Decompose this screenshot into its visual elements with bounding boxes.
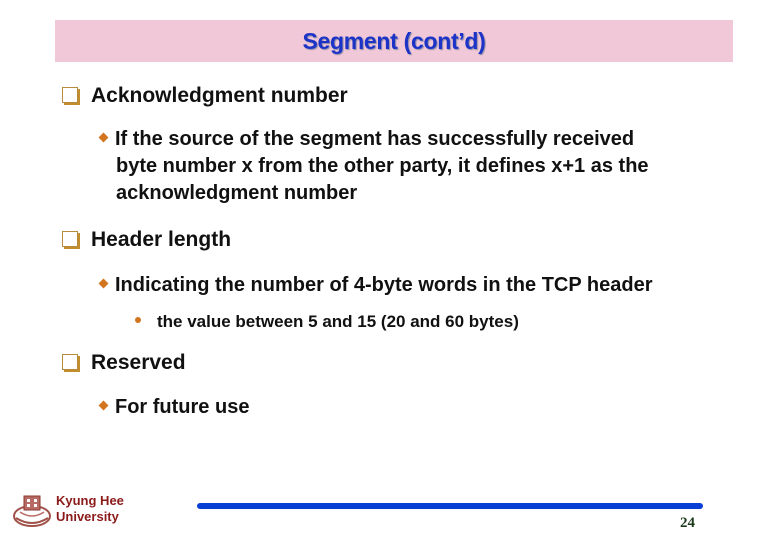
bullet-reserved-description: For future use — [98, 394, 250, 421]
bullet-text: For future use — [115, 396, 250, 418]
bullet-text-line: byte number x from the other party, it d… — [116, 155, 649, 177]
checkbox-bullet-icon — [62, 231, 78, 247]
university-crest-icon — [13, 495, 51, 527]
section-heading-text: Reserved — [91, 351, 186, 374]
university-name-line: University — [56, 509, 119, 524]
section-heading-acknowledgment: Acknowledgment number — [62, 84, 348, 108]
dot-bullet-icon — [135, 317, 141, 323]
slide-title: Segment (cont’d) — [302, 28, 486, 54]
title-banner: Segment (cont’d) — [55, 20, 733, 62]
section-heading-header-length: Header length — [62, 228, 231, 252]
subbullet-text: the value between 5 and 15 (20 and 60 by… — [157, 312, 519, 331]
section-heading-text: Header length — [91, 228, 232, 251]
section-heading-text: Acknowledgment number — [91, 84, 348, 107]
diamond-bullet-icon — [98, 132, 109, 143]
bullet-text-line: If the source of the segment has success… — [115, 128, 635, 150]
footer-divider-bar — [197, 503, 703, 509]
university-name: Kyung Hee University — [56, 493, 124, 525]
checkbox-bullet-icon — [62, 87, 78, 103]
university-name-line: Kyung Hee — [56, 493, 124, 508]
checkbox-bullet-icon — [62, 354, 78, 370]
bullet-header-length-description: Indicating the number of 4-byte words in… — [98, 272, 653, 299]
section-heading-reserved: Reserved — [62, 351, 186, 375]
bullet-text: Indicating the number of 4-byte words in… — [115, 274, 653, 296]
page-number: 24 — [680, 515, 695, 531]
bullet-acknowledgment-description: If the source of the segment has success… — [98, 126, 649, 207]
subbullet-header-length-range: the value between 5 and 15 (20 and 60 by… — [135, 312, 519, 332]
bullet-text-line: acknowledgment number — [116, 182, 358, 204]
diamond-bullet-icon — [98, 400, 109, 411]
diamond-bullet-icon — [98, 278, 109, 289]
